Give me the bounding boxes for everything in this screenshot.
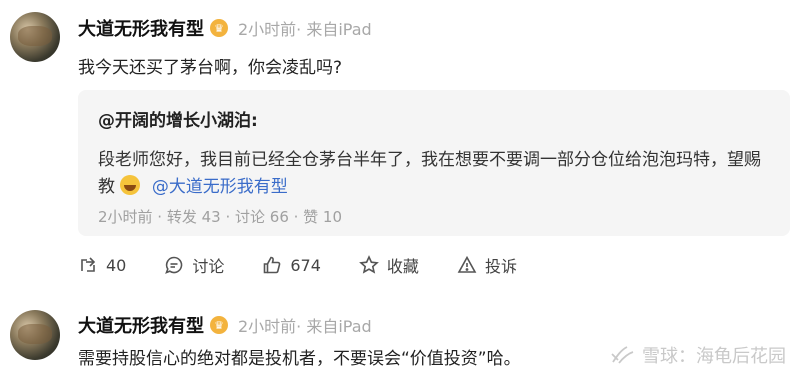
thumbs-up-icon	[264, 256, 281, 274]
post-header: 大道无形我有型 ♛ 2小时前· 来自iPad	[78, 15, 372, 41]
repost-text-tail: 教	[98, 177, 115, 197]
comment-label: 讨论	[192, 257, 225, 276]
username[interactable]: 大道无形我有型	[78, 15, 204, 41]
comment-button[interactable]: 讨论	[164, 253, 224, 277]
report-label: 投诉	[484, 257, 517, 276]
post-meta: 2小时前· 来自iPad	[238, 317, 372, 336]
repost-button[interactable]: 40	[78, 255, 126, 275]
repost-card[interactable]: @开阔的增长小湖泊: 段老师您好，我目前已经全仓茅台半年了，我在想要不要调一部分…	[78, 90, 790, 236]
post-text: 需要持股信心的绝对都是投机者，不要误会“价值投资”哈。	[78, 349, 521, 369]
crown-badge-icon: ♛	[210, 19, 228, 37]
like-count: 674	[290, 255, 321, 275]
watermark-text: 雪球：海龟后花园	[642, 346, 786, 367]
repost-stats: 2小时前 · 转发 43 · 讨论 66 · 赞 10	[98, 208, 343, 226]
action-bar: 40 讨论 674 收藏 投诉	[78, 252, 555, 278]
laughing-emoji-icon	[120, 175, 141, 195]
post-meta: 2小时前· 来自iPad	[238, 20, 372, 39]
comment-icon	[165, 256, 183, 274]
avatar[interactable]	[10, 310, 60, 360]
watermark: 雪球：海龟后花园	[610, 342, 786, 368]
crown-badge-icon: ♛	[210, 316, 228, 334]
avatar[interactable]	[10, 12, 60, 62]
favorite-label: 收藏	[386, 257, 419, 276]
like-button[interactable]: 674	[262, 255, 321, 275]
repost-text-line-1: 段老师您好，我目前已经全仓茅台半年了，我在想要不要调一部分仓位给泡泡玛特，望赐	[98, 150, 761, 170]
repost-icon	[81, 257, 96, 272]
post-header: 大道无形我有型 ♛ 2小时前· 来自iPad	[78, 312, 372, 338]
warning-icon	[457, 255, 477, 273]
username[interactable]: 大道无形我有型	[78, 312, 204, 338]
post-text: 我今天还买了茅台啊，你会凌乱吗?	[78, 58, 343, 78]
repost-username[interactable]: @开阔的增长小湖泊:	[98, 106, 258, 131]
repost-count: 40	[106, 255, 127, 275]
mention-link[interactable]: @大道无形我有型	[152, 177, 288, 197]
favorite-button[interactable]: 收藏	[359, 253, 419, 277]
star-icon	[359, 255, 379, 274]
report-button[interactable]: 投诉	[457, 253, 517, 277]
snowball-logo-icon	[611, 346, 634, 364]
repost-text-line-2: 教 @大道无形我有型	[98, 172, 288, 197]
